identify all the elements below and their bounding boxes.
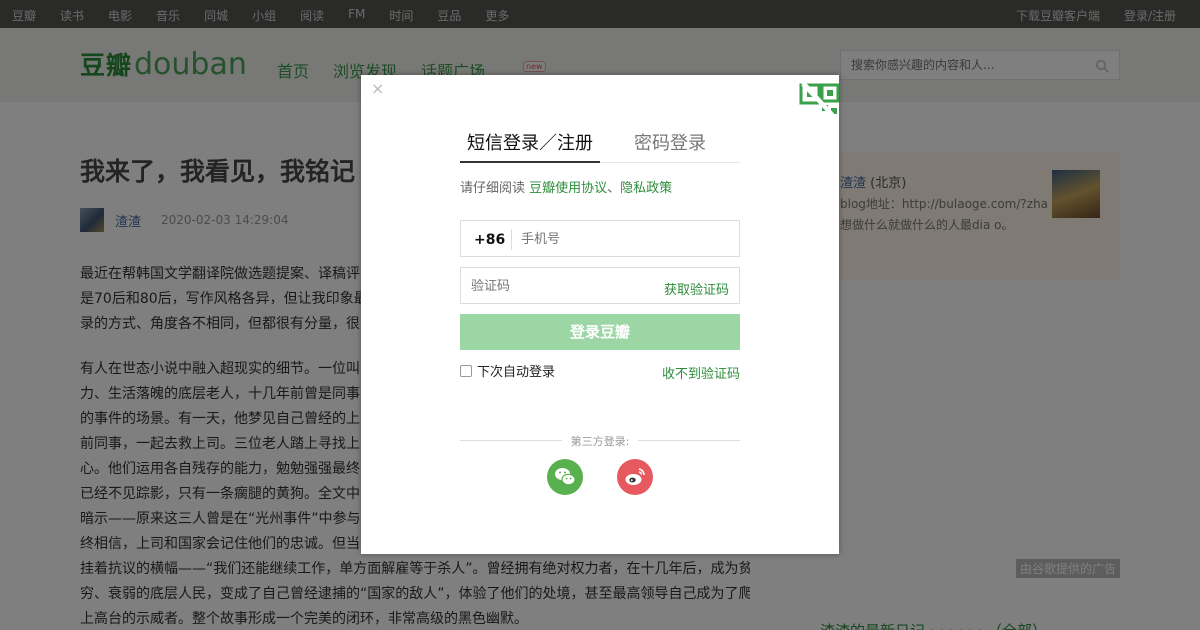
code-input[interactable] xyxy=(471,269,651,303)
auto-login-label: 下次自动登录 xyxy=(477,365,556,380)
field-divider xyxy=(511,229,512,250)
login-modal: × 短信登录／注册 密码登录 请仔细阅读 豆瓣使用协议、隐私政策 +86 获取验… xyxy=(361,75,839,554)
third-party-divider: 第三方登录: xyxy=(460,433,740,448)
login-button[interactable]: 登录豆瓣 xyxy=(460,314,740,350)
tab-sms-login[interactable]: 短信登录／注册 xyxy=(460,129,600,163)
weibo-icon[interactable] xyxy=(617,459,653,495)
terms-link[interactable]: 豆瓣使用协议 xyxy=(529,181,607,196)
close-icon[interactable]: × xyxy=(371,79,384,98)
agreement-notice: 请仔细阅读 豆瓣使用协议、隐私政策 xyxy=(460,177,672,196)
phone-input[interactable] xyxy=(521,222,731,256)
verification-code-field: 获取验证码 xyxy=(460,267,740,304)
no-code-link[interactable]: 收不到验证码 xyxy=(662,363,740,382)
agreement-prefix: 请仔细阅读 xyxy=(460,181,530,196)
qr-code-login-icon[interactable] xyxy=(721,75,839,125)
country-code-select[interactable]: +86 xyxy=(474,232,505,248)
tab-password-login[interactable]: 密码登录 xyxy=(634,129,706,163)
divider-line-right xyxy=(638,440,740,441)
auto-login-option[interactable]: 下次自动登录 xyxy=(460,361,555,380)
agreement-separator: 、 xyxy=(607,181,621,196)
auto-login-checkbox[interactable] xyxy=(460,364,472,377)
privacy-link[interactable]: 隐私政策 xyxy=(620,181,672,196)
get-code-button[interactable]: 获取验证码 xyxy=(664,279,729,298)
phone-field: +86 xyxy=(460,220,740,257)
third-party-label: 第三方登录: xyxy=(570,435,630,448)
wechat-icon[interactable] xyxy=(547,459,583,495)
login-tabs: 短信登录／注册 密码登录 xyxy=(460,129,740,163)
